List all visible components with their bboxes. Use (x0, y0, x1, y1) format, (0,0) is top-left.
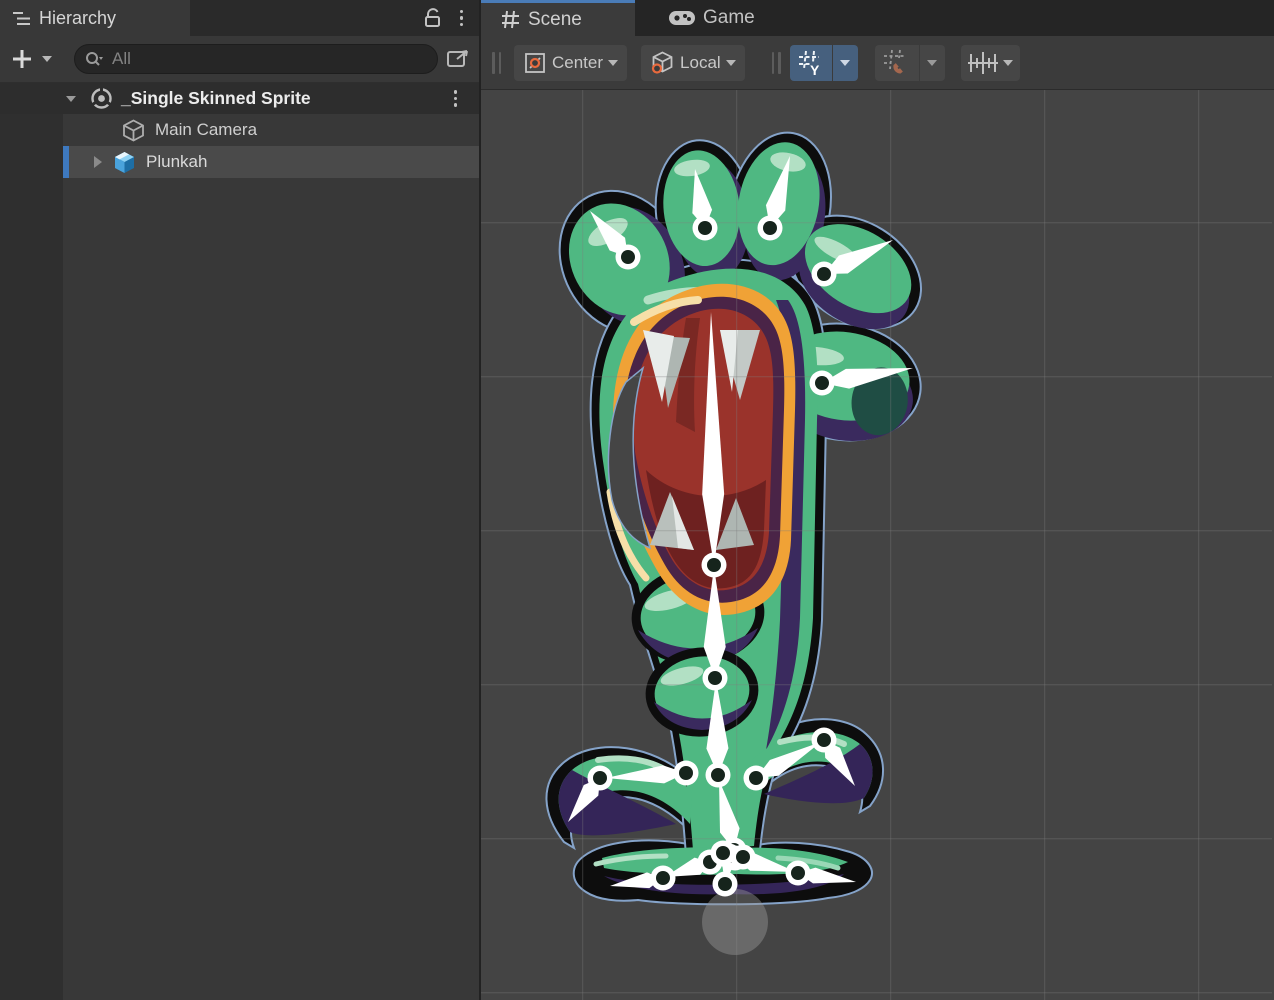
hierarchy-item-main-camera[interactable]: Main Camera (0, 114, 479, 146)
bone-joint[interactable] (702, 553, 727, 578)
snap-increment-dropdown-caret (1003, 60, 1013, 66)
tab-hierarchy[interactable]: Hierarchy (0, 0, 190, 36)
bone-joint[interactable] (758, 216, 783, 241)
hierarchy-tabstrip: Hierarchy (0, 0, 479, 36)
bone-joint[interactable] (651, 866, 676, 891)
scene-toolbar: Center Local (481, 36, 1274, 90)
hierarchy-item-scene-header[interactable]: _Single Skinned Sprite (0, 83, 479, 114)
svg-text:Y: Y (810, 62, 820, 76)
grid-visibility-group: Y (790, 45, 858, 81)
gameobject-name-label: Main Camera (155, 120, 257, 140)
bone-joint[interactable] (731, 845, 756, 870)
unity-editor-window: Hierarchy (0, 0, 1274, 1000)
hierarchy-list-icon (13, 11, 30, 26)
scene-name-label: _Single Skinned Sprite (121, 88, 311, 109)
scene-grid-icon (501, 10, 520, 29)
tab-scene[interactable]: Scene (481, 0, 635, 36)
prefab-name-label: Plunkah (146, 152, 207, 172)
scene-menu-kebab-icon[interactable] (454, 90, 458, 107)
selection-blue-bar (63, 146, 69, 178)
pivot-mode-label: Center (552, 53, 603, 73)
prefab-icon (112, 150, 137, 175)
plus-icon (10, 47, 34, 71)
scene-tab-label: Scene (528, 9, 582, 31)
toolbar-drag-handle-2[interactable] (772, 52, 781, 74)
orientation-button[interactable]: Local (641, 45, 745, 81)
hierarchy-item-plunkah[interactable]: Plunkah (0, 146, 479, 178)
bone-joint[interactable] (786, 861, 811, 886)
grid-snapping-dropdown[interactable] (919, 45, 945, 81)
bone-joint[interactable] (810, 371, 835, 396)
orientation-dropdown-caret (726, 60, 736, 66)
hierarchy-panel: Hierarchy (0, 0, 481, 1000)
unlock-icon[interactable] (424, 8, 442, 28)
pivot-mode-button[interactable]: Center (514, 45, 627, 81)
bone-joint[interactable] (706, 763, 731, 788)
search-placeholder: All (112, 49, 131, 69)
tab-game[interactable]: Game (649, 0, 773, 36)
bone-joint[interactable] (812, 728, 837, 753)
orientation-label: Local (680, 53, 721, 73)
snap-magnet-icon (883, 49, 911, 77)
hierarchy-tab-label: Hierarchy (39, 8, 116, 29)
pivot-center-icon (523, 51, 547, 75)
foldout-collapsed-icon[interactable] (94, 156, 102, 168)
foldout-expanded-icon[interactable] (66, 96, 76, 102)
grid-visibility-toggle[interactable]: Y (790, 45, 832, 81)
toolbar-drag-handle[interactable] (492, 52, 501, 74)
grid-snapping-group (875, 45, 945, 81)
pivot-dropdown-caret (608, 60, 618, 66)
bone-joint[interactable] (812, 262, 837, 287)
search-icon (85, 51, 104, 68)
pivot-disc-gizmo[interactable] (702, 889, 768, 955)
scene-view-panel: Scene Game Center (481, 0, 1274, 1000)
grid-snapping-toggle[interactable] (875, 45, 919, 81)
gamepad-icon (669, 10, 695, 26)
grid-axis-icon: Y (798, 50, 824, 76)
bone-joint[interactable] (703, 666, 728, 691)
bone-joint[interactable] (674, 761, 699, 786)
create-button[interactable] (10, 47, 34, 71)
bone-joint[interactable] (744, 766, 769, 791)
local-cube-icon (650, 50, 675, 75)
bone-joint[interactable] (713, 872, 738, 897)
create-dropdown-caret[interactable] (42, 56, 52, 62)
snap-increment-ruler-icon (968, 50, 998, 76)
search-input[interactable]: All (74, 44, 438, 74)
hierarchy-menu-kebab-icon[interactable] (460, 10, 464, 27)
pick-object-icon[interactable] (445, 47, 471, 71)
unity-scene-icon (90, 87, 113, 110)
bone-joint[interactable] (588, 766, 613, 791)
game-tab-label: Game (703, 7, 755, 29)
bone-joint[interactable] (693, 216, 718, 241)
scene-viewport[interactable] (481, 90, 1274, 1000)
bone-joint[interactable] (616, 245, 641, 270)
hierarchy-rows: _Single Skinned Sprite Main Camera (0, 83, 479, 1000)
scene-tabstrip: Scene Game (481, 0, 1274, 36)
hierarchy-toolbar: All (0, 36, 479, 83)
gameobject-cube-icon (121, 118, 146, 143)
grid-visibility-dropdown[interactable] (832, 45, 858, 81)
snap-increment-button[interactable] (961, 45, 1020, 81)
scene-render (481, 90, 1272, 1000)
